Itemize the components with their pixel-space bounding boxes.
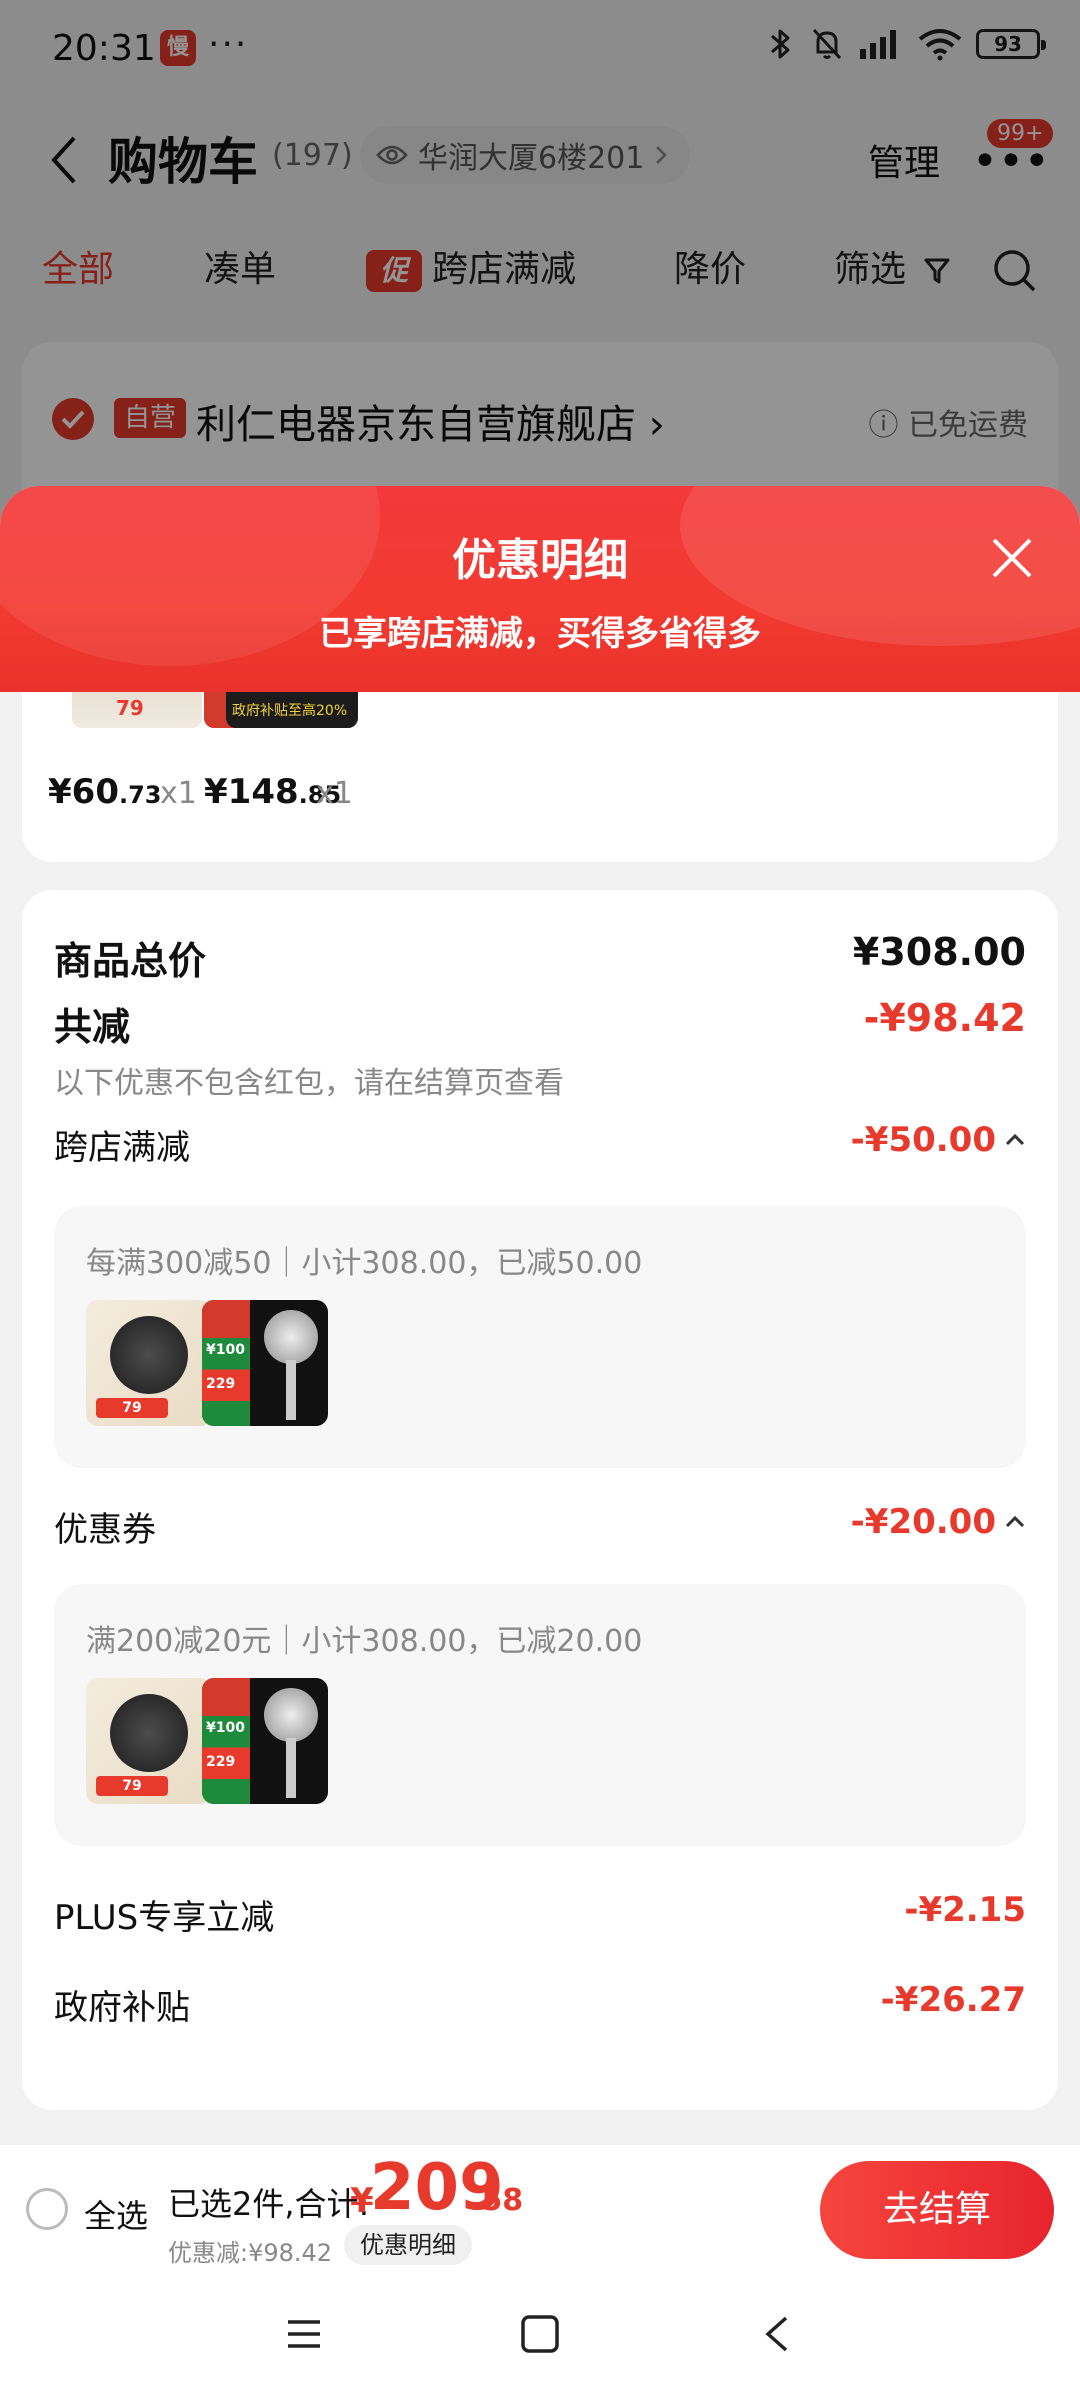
- shower-price-tag-2: 229: [206, 1754, 236, 1770]
- coupon-value: -¥20.00: [850, 1502, 996, 1542]
- coupon-rule: 满200减20元｜小计308.00，已减20.00: [86, 1624, 643, 1659]
- sheet-header: 优惠明细 已享跨店满减，买得多省得多: [0, 486, 1080, 692]
- cross-store-discount-value: -¥50.00: [850, 1120, 996, 1160]
- plus-discount-label: PLUS专享立减: [54, 1898, 275, 1938]
- pan-price-tag: 79: [96, 1776, 168, 1796]
- home-icon[interactable]: [518, 2312, 562, 2356]
- selected-count-text: 已选2件,合计:: [168, 2185, 370, 2223]
- product-thumbnail-shower-2: 政府补贴至高20%: [226, 692, 358, 728]
- total-price-value: ¥308.00: [852, 930, 1026, 974]
- item-qty: x1: [316, 776, 353, 811]
- saved-amount: 优惠减:¥98.42: [168, 2239, 333, 2267]
- chevron-up-icon: [1005, 1515, 1025, 1528]
- back-icon[interactable]: [756, 2312, 800, 2356]
- checkout-bar: 全选 已选2件,合计: ¥ 209 .58 优惠减:¥98.42 优惠明细 去结…: [0, 2144, 1080, 2274]
- total-price-label: 商品总价: [54, 939, 207, 983]
- item-price-int: ¥148: [204, 772, 299, 812]
- discount-total-value: -¥98.42: [863, 996, 1026, 1040]
- shower-label-strip: [202, 1300, 250, 1426]
- shower-head-shape: [264, 1310, 318, 1364]
- shower-price-tag: ¥100: [206, 1342, 245, 1358]
- plus-discount-value: -¥2.15: [904, 1890, 1026, 1930]
- discount-note: 以下优惠不包含红包，请在结算页查看: [54, 1066, 564, 1101]
- select-all-checkbox[interactable]: [26, 2188, 68, 2230]
- coupon-label: 优惠券: [54, 1510, 156, 1550]
- shower-handle-shape: [286, 1360, 296, 1420]
- coupon-detail-box: 满200减20元｜小计308.00，已减20.00 79 ¥100 229: [54, 1584, 1026, 1846]
- product-image-pan[interactable]: 79: [86, 1300, 212, 1426]
- system-nav-bar: [0, 2274, 1080, 2400]
- shower-price-tag-2: 229: [206, 1376, 236, 1392]
- close-icon[interactable]: [986, 532, 1038, 584]
- product-image-pan[interactable]: 79: [86, 1678, 212, 1804]
- discount-total-label: 共减: [54, 1005, 131, 1049]
- checkout-button[interactable]: 去结算: [820, 2161, 1054, 2259]
- item-price-int: ¥60: [48, 772, 119, 812]
- shower-head-shape: [264, 1688, 318, 1742]
- cross-store-discount-label: 跨店满减: [54, 1128, 190, 1168]
- pan-shape: [110, 1694, 188, 1772]
- menu-icon[interactable]: [282, 2312, 326, 2356]
- pan-shape: [110, 1316, 188, 1394]
- item-qty: x1: [160, 776, 197, 811]
- shower-price-tag: ¥100: [206, 1720, 245, 1736]
- gov-subsidy-label: 政府补贴: [54, 1988, 190, 2028]
- shower-handle-shape: [286, 1738, 296, 1798]
- select-all-label[interactable]: 全选: [84, 2191, 148, 2237]
- sheet-items-card: 79 政府补贴至高20% ¥60.73 x1 ¥148.85 x1: [22, 692, 1058, 862]
- gov-subsidy-value: -¥26.27: [880, 1980, 1026, 2020]
- item-price-dec: .73: [118, 781, 162, 809]
- product-image-shower[interactable]: ¥100 229: [202, 1678, 328, 1804]
- item-price: ¥60.73: [48, 772, 162, 812]
- discount-detail-sheet: 79 政府补贴至高20% ¥60.73 x1 ¥148.85 x1 优惠明细 已…: [0, 486, 1080, 2400]
- chevron-up-icon: [1005, 1133, 1025, 1146]
- sheet-title: 优惠明细: [452, 535, 628, 586]
- thumb-subsidy-tag: 政府补贴至高20%: [232, 703, 348, 719]
- sheet-subtitle: 已享跨店满减，买得多省得多: [319, 614, 761, 654]
- shower-label-strip: [202, 1678, 250, 1804]
- product-image-shower[interactable]: ¥100 229: [202, 1300, 328, 1426]
- discount-detail-button[interactable]: 优惠明细: [344, 2225, 472, 2265]
- cross-store-rule: 每满300减50｜小计308.00，已减50.00: [86, 1246, 643, 1281]
- cross-store-discount-toggle[interactable]: -¥50.00: [851, 1120, 1026, 1160]
- cross-store-detail-box: 每满300减50｜小计308.00，已减50.00 79 ¥100 229: [54, 1206, 1026, 1468]
- coupon-toggle[interactable]: -¥20.00: [851, 1502, 1026, 1542]
- product-thumbnail-pan: 79: [72, 692, 202, 728]
- thumb-price-tag: 79: [116, 696, 144, 720]
- total-amount-dec: .58: [470, 2183, 524, 2218]
- pan-price-tag: 79: [96, 1398, 168, 1418]
- discount-detail-card: 商品总价 ¥308.00 共减 -¥98.42 以下优惠不包含红包，请在结算页查…: [22, 890, 1058, 2110]
